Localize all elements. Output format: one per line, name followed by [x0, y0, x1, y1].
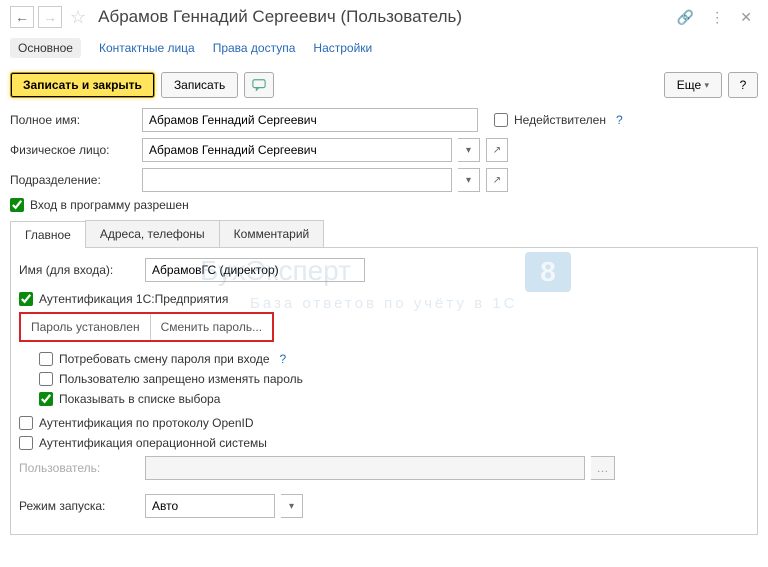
- auth-openid-label: Аутентификация по протоколу OpenID: [39, 416, 254, 430]
- password-status: Пароль установлен: [21, 314, 150, 340]
- person-dropdown-button[interactable]: ▾: [458, 138, 480, 162]
- help-button[interactable]: ?: [728, 72, 758, 98]
- dept-input[interactable]: [142, 168, 452, 192]
- show-in-list-label: Показывать в списке выбора: [59, 392, 220, 406]
- back-button[interactable]: ←: [10, 6, 34, 28]
- subtab-comment[interactable]: Комментарий: [219, 220, 325, 247]
- require-pwd-change-checkbox[interactable]: [39, 352, 53, 366]
- inactive-checkbox[interactable]: [494, 113, 508, 127]
- show-in-list-checkbox[interactable]: [39, 392, 53, 406]
- sub-tabs: Главное Адреса, телефоны Комментарий: [10, 220, 758, 248]
- save-close-button[interactable]: Записать и закрыть: [10, 72, 155, 98]
- auth-1c-label: Аутентификация 1С:Предприятия: [39, 292, 228, 306]
- tab-settings[interactable]: Настройки: [313, 38, 372, 58]
- os-user-input: [145, 456, 585, 480]
- auth-os-checkbox[interactable]: [19, 436, 33, 450]
- tab-access[interactable]: Права доступа: [213, 38, 296, 58]
- auth-openid-checkbox[interactable]: [19, 416, 33, 430]
- auth-1c-checkbox[interactable]: [19, 292, 33, 306]
- person-input[interactable]: [142, 138, 452, 162]
- more-button[interactable]: Еще ▾: [664, 72, 722, 98]
- forward-button[interactable]: →: [38, 6, 62, 28]
- discussion-button[interactable]: [244, 72, 274, 98]
- require-pwd-change-label: Потребовать смену пароля при входе: [59, 352, 270, 366]
- auth-os-label: Аутентификация операционной системы: [39, 436, 267, 450]
- inactive-help-icon[interactable]: ?: [616, 113, 623, 127]
- subtab-main[interactable]: Главное: [10, 221, 86, 248]
- person-label: Физическое лицо:: [10, 143, 136, 157]
- dept-open-button[interactable]: ↗: [486, 168, 508, 192]
- require-pwd-help-icon[interactable]: ?: [280, 352, 287, 366]
- dept-dropdown-button[interactable]: ▾: [458, 168, 480, 192]
- fullname-input[interactable]: [142, 108, 478, 132]
- person-open-button[interactable]: ↗: [486, 138, 508, 162]
- change-password-button[interactable]: Сменить пароль...: [150, 314, 273, 340]
- fullname-label: Полное имя:: [10, 113, 136, 127]
- save-button[interactable]: Записать: [161, 72, 238, 98]
- kebab-icon[interactable]: ⋮: [710, 9, 724, 26]
- chat-icon: [252, 78, 266, 92]
- loginname-input[interactable]: [145, 258, 365, 282]
- dept-label: Подразделение:: [10, 173, 136, 187]
- password-box: Пароль установлен Сменить пароль...: [19, 312, 274, 342]
- cannot-change-pwd-checkbox[interactable]: [39, 372, 53, 386]
- tab-contacts[interactable]: Контактные лица: [99, 38, 195, 58]
- os-user-pick-button: …: [591, 456, 615, 480]
- link-icon[interactable]: 🔗: [677, 9, 694, 26]
- subtab-addresses[interactable]: Адреса, телефоны: [85, 220, 220, 247]
- favorite-icon[interactable]: ☆: [70, 7, 86, 28]
- main-panel: Имя (для входа): Аутентификация 1С:Предп…: [10, 248, 758, 535]
- close-icon[interactable]: ✕: [740, 9, 752, 26]
- login-allowed-checkbox[interactable]: [10, 198, 24, 212]
- top-tabs: Основное Контактные лица Права доступа Н…: [0, 32, 768, 66]
- inactive-label: Недействителен: [514, 113, 606, 127]
- tab-main[interactable]: Основное: [10, 38, 81, 58]
- page-title: Абрамов Геннадий Сергеевич (Пользователь…: [98, 7, 667, 27]
- loginname-label: Имя (для входа):: [19, 263, 139, 277]
- cannot-change-pwd-label: Пользователю запрещено изменять пароль: [59, 372, 303, 386]
- launchmode-dropdown-button[interactable]: ▾: [281, 494, 303, 518]
- login-allowed-label: Вход в программу разрешен: [30, 198, 189, 212]
- launchmode-label: Режим запуска:: [19, 499, 139, 513]
- launchmode-input[interactable]: [145, 494, 275, 518]
- os-user-label: Пользователь:: [19, 461, 139, 475]
